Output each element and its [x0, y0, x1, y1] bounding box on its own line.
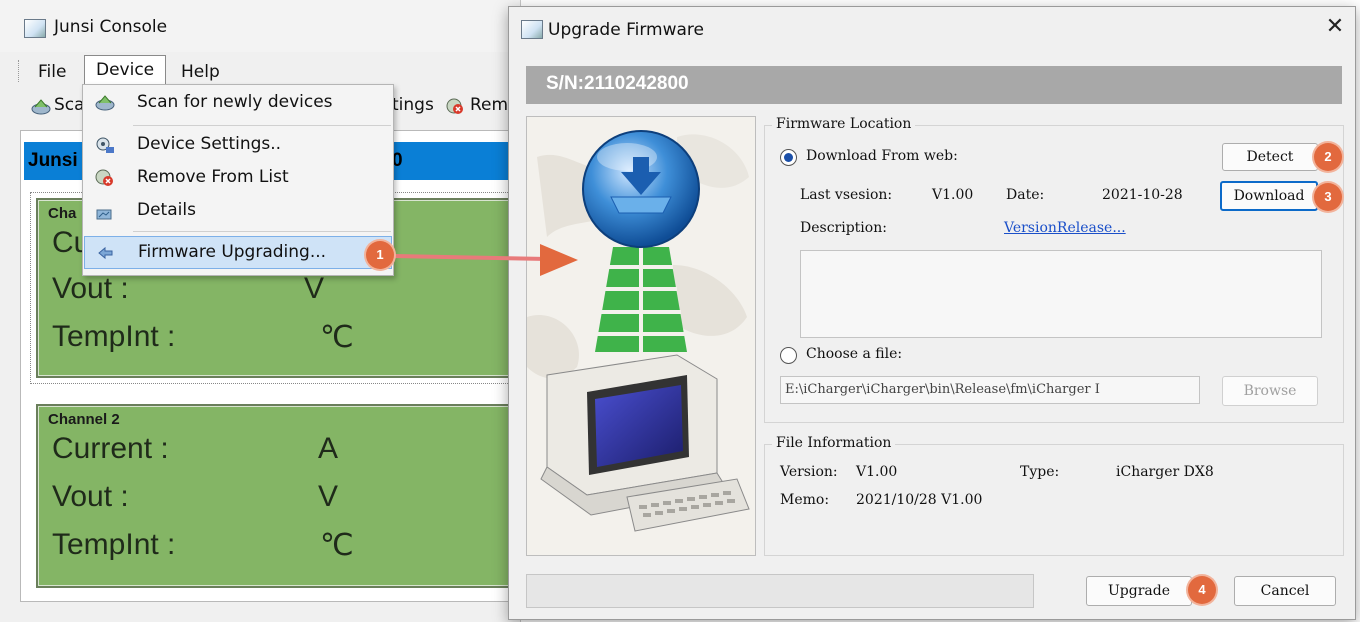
step-badge-3: 3 — [1314, 183, 1342, 211]
scan-icon — [94, 93, 116, 113]
channel-1-tempint-label: TempInt : — [52, 320, 176, 353]
menu-item-firmware-upgrading[interactable]: Firmware Upgrading... — [84, 236, 392, 269]
menu-bar: File Device Help — [0, 54, 520, 86]
menu-item-remove[interactable]: Remove From List — [84, 162, 392, 194]
firmware-icon — [95, 243, 117, 263]
date-label: Date: — [1006, 187, 1045, 203]
step-badge-1: 1 — [366, 241, 394, 269]
scan-icon[interactable] — [30, 97, 52, 117]
type-value: iCharger DX8 — [1116, 464, 1214, 480]
last-version-label: Last vsesion: — [800, 187, 893, 203]
toolbar-scan-label[interactable]: Sca — [54, 95, 85, 115]
description-textarea[interactable] — [800, 250, 1322, 338]
file-information-group — [764, 444, 1344, 556]
details-icon — [94, 201, 116, 221]
channel-1-title: Cha — [48, 205, 77, 222]
menu-separator — [133, 231, 391, 232]
menu-item-details[interactable]: Details — [84, 195, 392, 227]
choose-file-label[interactable]: Choose a file: — [806, 346, 902, 362]
version-label: Version: — [780, 464, 838, 480]
menu-item-scan[interactable]: Scan for newly devices — [84, 87, 392, 119]
dialog-app-icon — [521, 20, 543, 39]
channel-2-title: Channel 2 — [48, 411, 120, 428]
upgrade-button[interactable]: Upgrade — [1086, 576, 1192, 606]
download-from-web-radio[interactable] — [780, 149, 797, 166]
menu-help[interactable]: Help — [170, 60, 231, 86]
app-icon — [24, 19, 46, 38]
firmware-illustration — [526, 116, 756, 556]
file-information-title: File Information — [772, 435, 896, 451]
channel-2-tempint-label: TempInt : — [52, 528, 176, 561]
choose-file-radio[interactable] — [780, 347, 797, 364]
menu-file[interactable]: File — [27, 60, 77, 86]
channel-2-current-unit: A — [318, 432, 339, 465]
toolbar-remove-label[interactable]: Rem — [470, 95, 508, 115]
menu-item-device-settings[interactable]: Device Settings.. — [84, 129, 392, 161]
toolbar-settings-label[interactable]: tings — [392, 95, 434, 115]
remove-icon — [94, 168, 116, 188]
step-badge-4: 4 — [1188, 576, 1216, 604]
browse-button[interactable]: Browse — [1222, 376, 1318, 406]
menu-item-label: Scan for newly devices — [137, 92, 333, 112]
detect-button[interactable]: Detect — [1222, 143, 1318, 171]
channel-2-vout-unit: V — [318, 480, 339, 513]
dialog-title: Upgrade Firmware — [548, 20, 704, 40]
download-from-web-label[interactable]: Download From web: — [806, 148, 958, 164]
console-title: Junsi Console — [54, 17, 168, 37]
menu-item-label: Remove From List — [137, 167, 289, 187]
channel-2-tempint-unit: ℃ — [320, 529, 354, 562]
memo-label: Memo: — [780, 492, 830, 508]
file-path-field[interactable]: E:\iCharger\iCharger\bin\Release\fm\iCha… — [780, 376, 1200, 404]
serial-number: S/N:2110242800 — [546, 73, 689, 94]
version-value: V1.00 — [856, 464, 898, 480]
menu-item-label: Device Settings.. — [137, 134, 282, 154]
channel-2-current-label: Current : — [52, 432, 169, 465]
cancel-button[interactable]: Cancel — [1234, 576, 1336, 606]
pointer-arrow — [393, 244, 578, 276]
device-menu-dropdown: Scan for newly devices Device Settings..… — [82, 84, 394, 276]
version-release-link[interactable]: VersionRelease... — [1004, 220, 1126, 236]
menu-separator — [133, 125, 391, 126]
last-version-value: V1.00 — [932, 187, 974, 203]
upgrade-progress-bar — [526, 574, 1034, 608]
channel-1-tempint-unit: ℃ — [320, 321, 354, 354]
channel-2-panel: Channel 2 Current : A Vout : V TempInt :… — [36, 404, 524, 588]
type-label: Type: — [1020, 464, 1060, 480]
channel-1-vout-label: Vout : — [52, 272, 129, 305]
step-badge-2: 2 — [1314, 143, 1342, 171]
date-value: 2021-10-28 — [1102, 187, 1183, 203]
menu-item-label: Details — [137, 200, 196, 220]
menu-item-label: Firmware Upgrading... — [138, 242, 327, 262]
settings-icon — [94, 135, 116, 155]
memo-value: 2021/10/28 V1.00 — [856, 492, 983, 508]
description-label: Description: — [800, 220, 887, 236]
channel-2-vout-label: Vout : — [52, 480, 129, 513]
close-icon[interactable]: ✕ — [1322, 14, 1348, 40]
remove-icon[interactable] — [444, 96, 466, 116]
download-button[interactable]: Download — [1220, 181, 1318, 211]
channel-1-vout-unit: V — [304, 272, 325, 305]
firmware-location-title: Firmware Location — [772, 116, 916, 132]
menu-device[interactable]: Device — [84, 55, 167, 85]
device-header-label: Junsi — [28, 150, 78, 171]
